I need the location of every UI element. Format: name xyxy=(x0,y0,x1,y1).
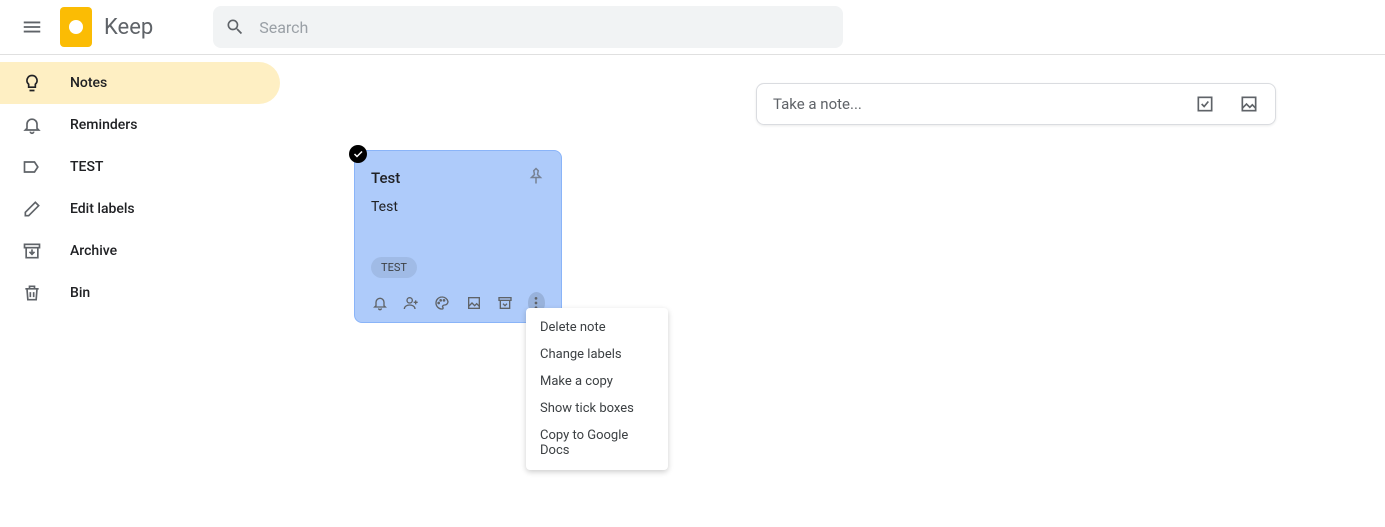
checkmark-icon xyxy=(352,148,364,160)
menu-item-change-labels[interactable]: Change labels xyxy=(526,341,668,368)
lightbulb-icon xyxy=(22,73,42,93)
palette-icon xyxy=(434,295,450,311)
add-image-button[interactable] xyxy=(465,292,482,314)
note-label-chip[interactable]: TEST xyxy=(371,257,417,278)
sidebar-item-archive[interactable]: Archive xyxy=(0,230,280,272)
sidebar-item-label: Archive xyxy=(70,243,117,259)
background-options-button[interactable] xyxy=(434,292,451,314)
person-add-icon xyxy=(403,295,419,311)
note-select-check[interactable] xyxy=(349,145,367,163)
take-note-placeholder: Take a note... xyxy=(773,95,1195,113)
sidebar-item-label: Notes xyxy=(70,75,107,91)
bell-icon xyxy=(22,115,42,135)
pin-button[interactable] xyxy=(527,167,545,189)
image-icon xyxy=(466,295,482,311)
search-bar[interactable] xyxy=(213,6,843,48)
note-title: Test xyxy=(371,169,400,187)
keep-logo-icon xyxy=(60,7,92,47)
pin-icon xyxy=(527,167,545,185)
app-title: Keep xyxy=(104,15,153,40)
archive-icon xyxy=(22,241,42,261)
note-toolbar xyxy=(371,292,545,314)
search-icon xyxy=(225,17,245,37)
note-card[interactable]: Test Test TEST xyxy=(354,150,562,323)
menu-item-make-a-copy[interactable]: Make a copy xyxy=(526,368,668,395)
hamburger-icon xyxy=(21,16,43,38)
take-note-bar[interactable]: Take a note... xyxy=(756,83,1276,125)
sidebar-item-label: TEST xyxy=(70,159,103,175)
app-header: Keep xyxy=(0,0,1385,55)
sidebar-item-reminders[interactable]: Reminders xyxy=(0,104,280,146)
main-menu-button[interactable] xyxy=(8,3,56,51)
sidebar-item-test-label[interactable]: TEST xyxy=(0,146,280,188)
menu-item-delete-note[interactable]: Delete note xyxy=(526,314,668,341)
archive-icon xyxy=(497,295,513,311)
menu-item-copy-to-google-docs[interactable]: Copy to Google Docs xyxy=(526,422,668,464)
sidebar-item-bin[interactable]: Bin xyxy=(0,272,280,314)
sidebar-item-label: Reminders xyxy=(70,117,137,133)
label-icon xyxy=(22,157,42,177)
sidebar-item-edit-labels[interactable]: Edit labels xyxy=(0,188,280,230)
sidebar: Notes Reminders TEST Edit labels Archive… xyxy=(0,62,280,314)
sidebar-item-label: Edit labels xyxy=(70,201,135,217)
pencil-icon xyxy=(22,199,42,219)
app-logo[interactable]: Keep xyxy=(60,7,153,47)
note-context-menu: Delete note Change labels Make a copy Sh… xyxy=(526,308,668,470)
sidebar-item-label: Bin xyxy=(70,285,90,301)
note-body: Test xyxy=(371,199,545,215)
new-image-note-icon[interactable] xyxy=(1239,94,1259,114)
new-list-icon[interactable] xyxy=(1195,94,1215,114)
menu-item-show-tick-boxes[interactable]: Show tick boxes xyxy=(526,395,668,422)
search-input[interactable] xyxy=(259,18,831,37)
bell-plus-icon xyxy=(372,295,388,311)
archive-button[interactable] xyxy=(496,292,513,314)
remind-me-button[interactable] xyxy=(371,292,388,314)
trash-icon xyxy=(22,283,42,303)
collaborator-button[interactable] xyxy=(402,292,419,314)
main-area: Take a note... Test Test TEST Delete not… xyxy=(280,55,1385,527)
sidebar-item-notes[interactable]: Notes xyxy=(0,62,280,104)
